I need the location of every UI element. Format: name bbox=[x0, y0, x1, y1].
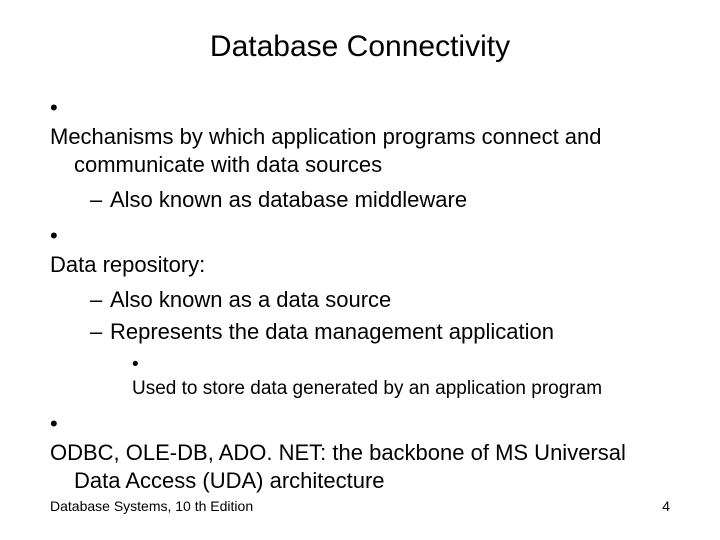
sub-bullet-list: Also known as database middleware bbox=[50, 186, 670, 215]
bullet-text: Data repository: bbox=[50, 251, 670, 280]
sub-bullet-item: Represents the data management applicati… bbox=[90, 318, 670, 402]
sub-sub-bullet-item: Used to store data generated by an appli… bbox=[132, 353, 670, 402]
sub-bullet-text: Also known as database middleware bbox=[110, 187, 467, 212]
bullet-item: Data repository: Also known as a data so… bbox=[50, 222, 670, 402]
bullet-text: Mechanisms by which application programs… bbox=[50, 123, 670, 180]
slide-number: 4 bbox=[662, 498, 670, 514]
sub-sub-bullet-text: Used to store data generated by an appli… bbox=[132, 377, 670, 402]
sub-sub-bullet-list: Used to store data generated by an appli… bbox=[90, 353, 670, 402]
sub-bullet-list: Also known as a data source Represents t… bbox=[50, 286, 670, 403]
bullet-list: Mechanisms by which application programs… bbox=[50, 94, 670, 496]
slide-content: Mechanisms by which application programs… bbox=[50, 94, 670, 496]
sub-bullet-item: Also known as a data source bbox=[90, 286, 670, 315]
sub-bullet-item: Also known as database middleware bbox=[90, 186, 670, 215]
slide-footer: Database Systems, 10 th Edition 4 bbox=[50, 498, 670, 514]
sub-bullet-text: Represents the data management applicati… bbox=[110, 319, 554, 344]
bullet-text: ODBC, OLE-DB, ADO. NET: the backbone of … bbox=[50, 439, 670, 496]
slide: Database Connectivity Mechanisms by whic… bbox=[0, 0, 720, 540]
sub-bullet-text: Also known as a data source bbox=[110, 287, 391, 312]
footer-left: Database Systems, 10 th Edition bbox=[50, 498, 253, 514]
bullet-item: ODBC, OLE-DB, ADO. NET: the backbone of … bbox=[50, 410, 670, 496]
slide-title: Database Connectivity bbox=[50, 30, 670, 64]
bullet-item: Mechanisms by which application programs… bbox=[50, 94, 670, 214]
